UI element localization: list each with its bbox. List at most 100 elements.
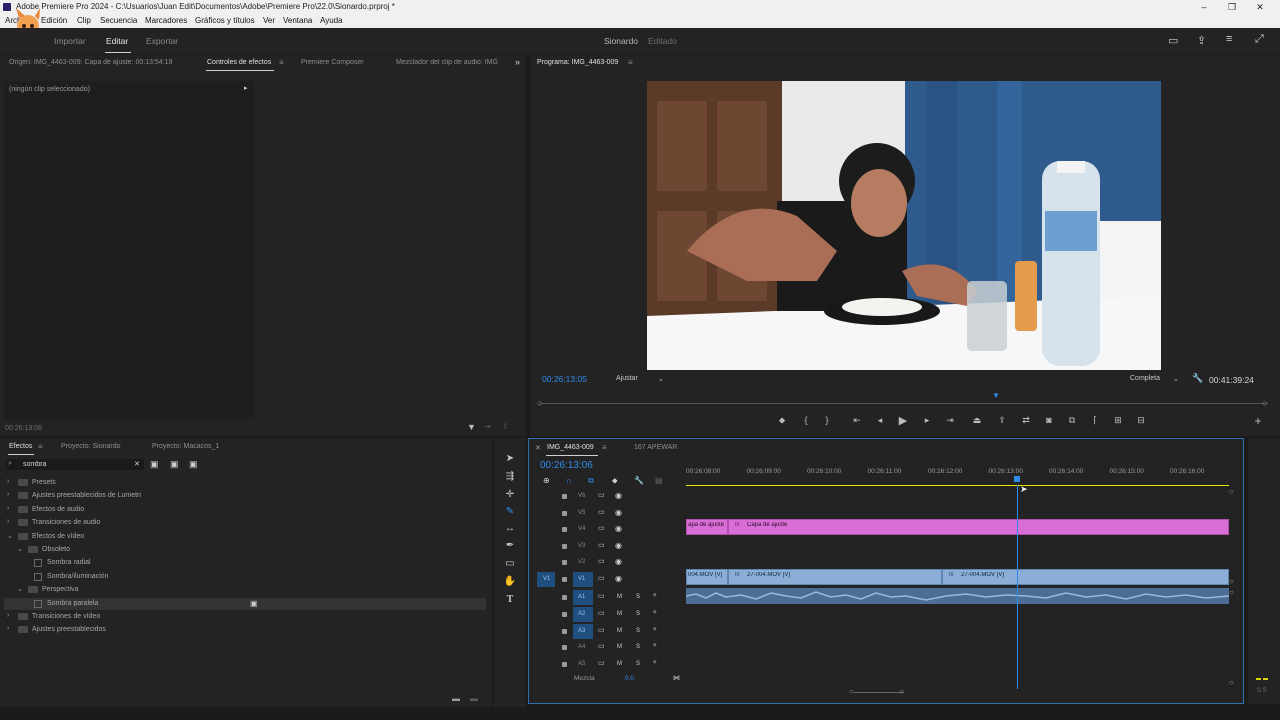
mark-in-icon[interactable]: { [800, 415, 812, 425]
effects-tree-item[interactable]: Sombra/iluminación [4, 571, 486, 583]
lock-icon[interactable] [562, 628, 567, 634]
lock-icon[interactable] [562, 543, 567, 549]
lock-icon[interactable] [562, 494, 567, 499]
mute-button[interactable]: M [617, 628, 622, 634]
disclosure-arrow-icon[interactable]: › [7, 491, 9, 498]
voiceover-mic-icon[interactable]: ⏺ [653, 592, 657, 600]
add-marker-icon[interactable]: ⬥ [776, 415, 788, 426]
captions-icon[interactable]: ▤ [655, 476, 663, 485]
solo-button[interactable]: S [636, 628, 640, 634]
playhead-head-icon[interactable] [1014, 476, 1020, 482]
eye-icon[interactable]: ◉ [615, 508, 622, 517]
go-to-in-icon[interactable]: ⇤ [851, 415, 863, 426]
effects-tree-item[interactable]: › Transiciones de audio [4, 517, 486, 529]
panel-menu-icon[interactable]: ≡ [628, 58, 633, 67]
nest-icon[interactable]: ⊕ [543, 476, 550, 485]
tab-project-macacos[interactable]: Proyecto: Macacos_1 [152, 443, 219, 450]
voiceover-mic-icon[interactable]: ⏺ [653, 659, 657, 667]
lock-icon[interactable] [562, 595, 567, 600]
effects-tree-item[interactable]: › Presets [4, 477, 486, 489]
lock-icon[interactable] [562, 560, 567, 566]
track-label[interactable]: A4 [578, 644, 585, 650]
maximize-icon[interactable]: ❐ [1218, 0, 1246, 14]
audio-clip-a1[interactable] [686, 588, 1229, 604]
eye-icon[interactable]: ◉ [615, 524, 622, 533]
step-back-icon[interactable]: ◂ [874, 415, 886, 426]
mute-button[interactable]: M [617, 644, 622, 650]
menu-ver[interactable]: Ver [263, 14, 275, 28]
adjustment-clip-a[interactable]: apa de ajuste [686, 519, 728, 535]
zoom-handle-right[interactable]: ○ [899, 687, 904, 696]
track-select-tool-icon[interactable]: ⇶ [503, 470, 517, 484]
more-panels-icon[interactable]: » [515, 57, 520, 67]
delete-icon[interactable]: ▬ [470, 694, 478, 703]
timeline-settings-icon[interactable]: 🔧 [634, 476, 644, 485]
tab-effects[interactable]: Efectos [9, 443, 32, 450]
play-audio-icon[interactable]: ⇥ [484, 422, 491, 431]
sync-lock-icon[interactable]: ▭ [598, 626, 605, 634]
settings-wrench-icon[interactable]: 🔧 [1192, 373, 1203, 384]
sync-lock-icon[interactable]: ▭ [598, 541, 605, 549]
sync-lock-icon[interactable]: ▭ [598, 592, 605, 600]
lock-icon[interactable] [562, 527, 567, 533]
step-forward-icon[interactable]: ▸ [921, 415, 933, 426]
tab-importar[interactable]: Importar [54, 36, 86, 46]
voiceover-mic-icon[interactable]: ⏺ [653, 626, 657, 634]
voiceover-mic-icon[interactable]: ⏺ [653, 609, 657, 617]
minimize-icon[interactable]: – [1190, 0, 1218, 14]
mute-button[interactable]: M [617, 661, 622, 667]
expand-arrow-icon[interactable]: ▸ [244, 84, 248, 92]
effects-tree-item[interactable]: › Transiciones de vídeo [4, 611, 486, 623]
menu-clip[interactable]: Clip [77, 14, 91, 28]
lock-icon[interactable] [562, 611, 567, 617]
menu-ayuda[interactable]: Ayuda [320, 14, 343, 28]
vr-view-icon[interactable]: ⊟ [1135, 415, 1147, 426]
solo-button[interactable]: S [636, 611, 640, 617]
track-end-handle[interactable]: ○ [1229, 577, 1234, 586]
panel-menu-icon[interactable]: ≡ [38, 442, 43, 451]
accelerated-effects-icon[interactable]: ▣ [150, 459, 159, 470]
filter-icon[interactable]: ▼ [467, 422, 476, 432]
effects-tree-item[interactable]: Sombra radial [4, 557, 486, 569]
menu-graficos[interactable]: Gráficos y títulos [195, 14, 255, 28]
meter-solo-labels[interactable]: S S [1257, 688, 1267, 694]
extract-icon[interactable]: ⇪ [996, 415, 1008, 426]
button-editor-icon[interactable]: ⇄ [1020, 415, 1032, 426]
disclosure-arrow-icon[interactable]: › [7, 478, 9, 485]
insert-icon[interactable]: ⌈ [1089, 415, 1101, 426]
tab-premiere-composer[interactable]: Premiere Composer [301, 59, 364, 66]
track-label[interactable]: V5 [578, 510, 585, 516]
sync-lock-icon[interactable]: ▭ [598, 491, 605, 499]
32bit-effects-icon[interactable]: ▣ [170, 459, 179, 470]
disclosure-arrow-icon[interactable]: › [7, 625, 9, 632]
linked-selection-icon[interactable]: ⧉ [588, 476, 594, 486]
lock-icon[interactable] [562, 510, 567, 516]
panel-menu-icon[interactable]: ≡ [602, 443, 607, 452]
effects-tree-item[interactable]: › Ajustes preestablecidos [4, 624, 486, 636]
add-button-icon[interactable]: + [1252, 414, 1264, 428]
mix-end-icon[interactable]: ⋈ [673, 674, 680, 682]
tab-exportar[interactable]: Exportar [146, 36, 178, 46]
disclosure-arrow-icon[interactable]: › [7, 612, 9, 619]
menu-marcadores[interactable]: Marcadores [145, 14, 187, 28]
track-end-handle[interactable]: ○ [1229, 678, 1234, 687]
yuv-effects-icon[interactable]: ▣ [189, 459, 198, 470]
sync-lock-icon[interactable]: ▭ [598, 524, 605, 532]
effects-tree-item[interactable]: › Efectos de audio [4, 504, 486, 516]
fullscreen-icon[interactable]: ⤢ [1255, 33, 1264, 46]
video-clip-c[interactable]: fx 27-004.MOV [V] [942, 569, 1229, 585]
mix-value[interactable]: 0,0 [625, 675, 634, 682]
share-icon[interactable]: ⇪ [1197, 34, 1206, 47]
video-clip-b[interactable]: fx 27-004.MOV [V] [728, 569, 942, 585]
tab-audio-clip-mixer[interactable]: Mezclador del clip de audio: IMG [396, 59, 502, 66]
panel-layout-icon[interactable]: ▭ [1168, 34, 1178, 47]
disclosure-arrow-icon[interactable]: ⌄ [7, 532, 13, 540]
chevron-down-icon[interactable]: ⌄ [1173, 375, 1179, 383]
clear-search-icon[interactable]: ✕ [134, 460, 140, 468]
go-to-out-icon[interactable]: ⇥ [944, 415, 956, 426]
eye-icon[interactable]: ◉ [615, 491, 622, 500]
effects-tree-item[interactable]: ⌄ Perspectiva [4, 584, 486, 596]
selection-tool-icon[interactable]: ➤ [503, 452, 517, 466]
solo-button[interactable]: S [636, 644, 640, 650]
slip-tool-icon[interactable]: ↔ [503, 522, 517, 536]
